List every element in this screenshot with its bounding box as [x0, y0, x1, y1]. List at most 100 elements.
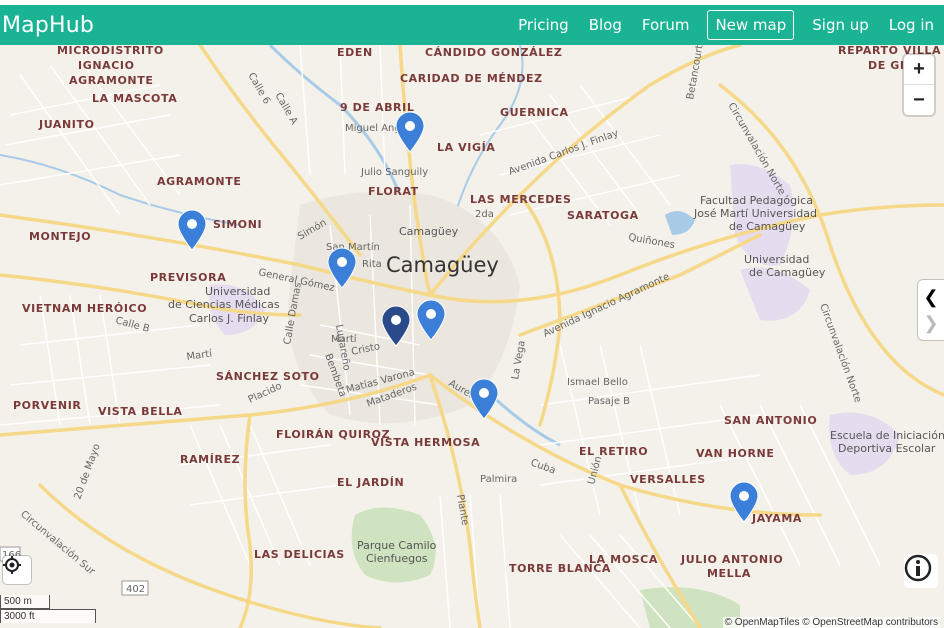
svg-text:VAN HORNE: VAN HORNE	[696, 447, 774, 460]
zoom-in-button[interactable]: +	[904, 55, 934, 85]
svg-text:Quiñones: Quiñones	[627, 232, 675, 251]
svg-text:EDEN: EDEN	[337, 46, 373, 59]
svg-text:IGNACIO: IGNACIO	[78, 59, 135, 72]
svg-text:La Vega: La Vega	[510, 340, 528, 381]
map-canvas[interactable]: MICRODISTRITO IGNACIO AGRAMONTE LA MASCO…	[0, 45, 944, 628]
svg-text:AGRAMONTE: AGRAMONTE	[69, 74, 153, 87]
svg-text:MELLA: MELLA	[707, 567, 751, 580]
map-pin-icon	[469, 378, 499, 420]
svg-text:20 de Mayo: 20 de Mayo	[72, 442, 102, 501]
svg-text:LA VIGÍA: LA VIGÍA	[437, 141, 495, 154]
maphub-logo[interactable]: MapHub	[2, 13, 94, 38]
svg-text:MICRODISTRITO: MICRODISTRITO	[57, 45, 164, 57]
map-marker-4[interactable]	[380, 305, 412, 347]
map-marker-5[interactable]	[415, 299, 447, 341]
svg-text:FLORAT: FLORAT	[368, 185, 419, 198]
route-402-label: 402	[126, 584, 145, 595]
sidebar-toggle: ❮ ❯	[918, 280, 944, 340]
svg-text:Camagüey: Camagüey	[386, 253, 499, 277]
svg-text:SAN ANTONIO: SAN ANTONIO	[724, 414, 817, 427]
scale-metric: 500 m	[0, 595, 50, 609]
svg-text:SÁNCHEZ SOTO: SÁNCHEZ SOTO	[216, 370, 320, 383]
svg-text:de Camagüey: de Camagüey	[749, 266, 826, 279]
svg-text:Parque Camilo: Parque Camilo	[357, 539, 437, 552]
chevron-left-icon[interactable]: ❮	[923, 284, 938, 310]
svg-text:Deportiva Escolar: Deportiva Escolar	[838, 442, 936, 455]
pricing-link[interactable]: Pricing	[508, 16, 579, 34]
svg-text:Julio Sanguily: Julio Sanguily	[360, 167, 428, 178]
svg-text:VISTA BELLA: VISTA BELLA	[98, 405, 183, 418]
map-pin-icon	[177, 209, 207, 251]
svg-text:CARIDAD DE MÉNDEZ: CARIDAD DE MÉNDEZ	[400, 72, 543, 85]
svg-text:MONTEJO: MONTEJO	[29, 230, 91, 243]
svg-text:RAMÍREZ: RAMÍREZ	[180, 453, 240, 466]
svg-text:Rita: Rita	[362, 259, 382, 270]
svg-text:Ismael Bello: Ismael Bello	[567, 377, 628, 388]
svg-text:Betancourt: Betancourt	[685, 45, 705, 101]
map-marker-2[interactable]	[176, 209, 208, 251]
locate-button[interactable]	[3, 556, 31, 584]
svg-text:PORVENIR: PORVENIR	[13, 399, 81, 412]
chevron-right-icon[interactable]: ❯	[923, 310, 938, 336]
blog-link[interactable]: Blog	[579, 16, 632, 34]
scale-imperial: 3000 ft	[0, 609, 96, 623]
sign-up-link[interactable]: Sign up	[802, 16, 879, 34]
svg-text:Avenida Carlos J. Finlay: Avenida Carlos J. Finlay	[507, 128, 620, 178]
map-marker-7[interactable]	[728, 481, 760, 523]
forum-link[interactable]: Forum	[632, 16, 700, 34]
svg-text:Plante: Plante	[454, 494, 470, 527]
svg-text:VISTA HERMOSA: VISTA HERMOSA	[371, 436, 480, 449]
svg-text:AGRAMONTE: AGRAMONTE	[157, 175, 241, 188]
svg-text:Camagüey: Camagüey	[399, 225, 459, 238]
svg-text:Martí: Martí	[186, 347, 214, 363]
new-map-button[interactable]: New map	[707, 10, 795, 40]
map-marker-1[interactable]	[394, 111, 426, 153]
info-icon	[904, 554, 932, 582]
svg-text:SIMONI: SIMONI	[213, 218, 262, 231]
map-pin-icon	[327, 247, 357, 289]
map-attribution[interactable]: © OpenMapTiles © OpenStreetMap contribut…	[722, 617, 940, 628]
app: MapHub Pricing Blog Forum New map Sign u…	[0, 0, 944, 628]
map-tiles: MICRODISTRITO IGNACIO AGRAMONTE LA MASCO…	[0, 45, 944, 628]
svg-text:2da: 2da	[475, 209, 494, 220]
svg-text:Placido: Placido	[247, 381, 284, 406]
zoom-out-button[interactable]: −	[904, 85, 934, 115]
svg-text:CÁNDIDO GONZÁLEZ: CÁNDIDO GONZÁLEZ	[425, 46, 563, 59]
svg-text:SARATOGA: SARATOGA	[567, 209, 639, 222]
log-in-link[interactable]: Log in	[879, 16, 944, 34]
svg-text:José Martí Universidad: José Martí Universidad	[693, 207, 817, 220]
top-navbar: MapHub Pricing Blog Forum New map Sign u…	[0, 5, 944, 45]
svg-text:GUERNICA: GUERNICA	[500, 106, 569, 119]
svg-text:Cuba: Cuba	[529, 457, 557, 476]
map-pin-icon	[416, 299, 446, 341]
map-pin-icon	[729, 481, 759, 523]
svg-text:Calle 6: Calle 6	[245, 71, 272, 106]
nav-links: Pricing Blog Forum New map Sign up Log i…	[508, 5, 944, 45]
svg-text:Palmira: Palmira	[480, 474, 517, 485]
map-marker-6[interactable]	[468, 378, 500, 420]
svg-text:JULIO ANTONIO: JULIO ANTONIO	[680, 553, 783, 566]
map-pin-icon	[395, 111, 425, 153]
svg-text:LA MASCOTA: LA MASCOTA	[92, 92, 177, 105]
info-button[interactable]	[904, 554, 938, 588]
svg-text:Facultad Pedagógica: Facultad Pedagógica	[700, 194, 813, 207]
svg-text:de Ciencias Médicas: de Ciencias Médicas	[168, 298, 280, 311]
svg-text:Carlos J. Finlay: Carlos J. Finlay	[189, 312, 270, 325]
svg-text:Pasaje B: Pasaje B	[588, 396, 630, 407]
svg-text:Universidad: Universidad	[205, 285, 270, 298]
svg-text:PREVISORA: PREVISORA	[150, 271, 226, 284]
svg-text:TORRE BLANCA: TORRE BLANCA	[509, 562, 611, 575]
svg-text:Cienfuegos: Cienfuegos	[366, 552, 428, 565]
scale-bar: 500 m 3000 ft	[0, 595, 96, 623]
svg-text:Universidad: Universidad	[744, 253, 809, 266]
svg-text:LAS MERCEDES: LAS MERCEDES	[470, 193, 572, 206]
svg-text:EL RETIRO: EL RETIRO	[579, 445, 648, 458]
crosshair-icon	[3, 556, 21, 574]
map-marker-3[interactable]	[326, 247, 358, 289]
svg-text:EL JARDÍN: EL JARDÍN	[337, 476, 404, 489]
zoom-control: + −	[904, 55, 934, 115]
svg-text:Escuela de Iniciación: Escuela de Iniciación	[830, 429, 944, 442]
svg-text:Circunvalación Norte: Circunvalación Norte	[817, 302, 864, 404]
svg-text:de Camagüey: de Camagüey	[729, 220, 806, 233]
map-pin-icon	[381, 305, 411, 347]
